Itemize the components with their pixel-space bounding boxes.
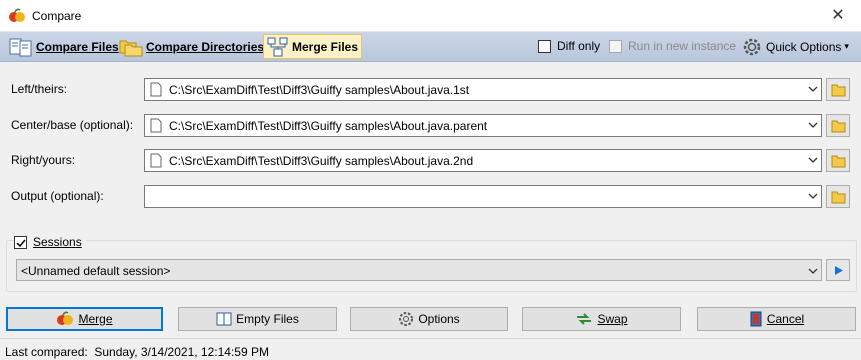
center-path-combo[interactable]: C:\Src\ExamDiff\Test\Diff3\Guiffy sample… xyxy=(144,114,822,137)
output-label: Output (optional): xyxy=(11,189,104,203)
checkbox-box[interactable] xyxy=(609,39,622,53)
swap-button[interactable]: Swap xyxy=(522,307,681,331)
empty-files-label: Empty Files xyxy=(236,312,299,326)
options-label: Options xyxy=(418,312,460,326)
tab-compare-directories[interactable]: Compare Directories xyxy=(116,34,267,59)
output-browse-button[interactable] xyxy=(826,185,850,208)
center-label: Center/base (optional): xyxy=(11,118,134,132)
tab-compare-files[interactable]: Compare Files xyxy=(6,34,122,59)
quick-options-label: Quick Options xyxy=(766,39,842,54)
chevron-down-icon[interactable] xyxy=(808,266,818,276)
empty-files-icon xyxy=(216,312,232,326)
chevron-down-icon[interactable] xyxy=(808,191,818,201)
close-icon[interactable]: ✕ xyxy=(826,6,850,26)
session-select[interactable]: <Unnamed default session> xyxy=(16,259,822,281)
chevron-down-icon[interactable] xyxy=(808,84,818,94)
left-label: Left/theirs: xyxy=(11,82,68,96)
tab-label: Merge Files xyxy=(292,39,359,54)
tab-label: Compare Directories xyxy=(146,39,265,54)
right-path-value: C:\Src\ExamDiff\Test\Diff3\Guiffy sample… xyxy=(169,154,474,168)
merge-label: Merge xyxy=(78,312,113,326)
checkbox-box[interactable] xyxy=(14,235,27,249)
checkmark-icon xyxy=(16,239,26,247)
tab-label: Compare Files xyxy=(36,39,119,54)
diff-only-checkbox[interactable]: Diff only xyxy=(538,39,600,53)
status-bar: Last compared: Sunday, 3/14/2021, 12:14:… xyxy=(0,338,861,360)
sessions-checkbox[interactable]: Sessions xyxy=(14,235,86,249)
title-bar: Compare ✕ xyxy=(0,0,861,32)
folders-icon xyxy=(119,40,143,56)
app-icon xyxy=(9,8,25,22)
left-path-value: C:\Src\ExamDiff\Test\Diff3\Guiffy sample… xyxy=(169,83,470,97)
load-session-button[interactable] xyxy=(826,259,850,281)
session-value: <Unnamed default session> xyxy=(21,264,171,278)
window-title: Compare xyxy=(32,9,82,23)
play-icon xyxy=(835,266,843,275)
chevron-down-icon: ▾ xyxy=(844,41,849,51)
right-path-combo[interactable]: C:\Src\ExamDiff\Test\Diff3\Guiffy sample… xyxy=(144,149,822,172)
cancel-button[interactable]: Cancel xyxy=(697,307,856,331)
options-button[interactable]: Options xyxy=(350,307,508,331)
tab-merge-files[interactable]: Merge Files xyxy=(263,34,363,59)
run-new-instance-label: Run in new instance xyxy=(628,39,737,53)
center-path-value: C:\Src\ExamDiff\Test\Diff3\Guiffy sample… xyxy=(169,119,488,133)
output-path-combo[interactable] xyxy=(144,185,822,208)
quick-options-button[interactable]: Quick Options ▾ xyxy=(738,34,852,59)
run-new-instance-checkbox[interactable]: Run in new instance xyxy=(609,39,736,53)
last-compared-text: Last compared: Sunday, 3/14/2021, 12:14:… xyxy=(5,345,269,359)
exit-door-icon xyxy=(750,311,762,327)
sessions-label: Sessions xyxy=(33,235,82,249)
gear-icon xyxy=(743,38,761,55)
chevron-down-icon[interactable] xyxy=(808,120,818,130)
folder-open-icon xyxy=(831,191,846,204)
empty-files-button[interactable]: Empty Files xyxy=(178,307,337,331)
folder-open-icon xyxy=(831,120,846,133)
merge-files-icon xyxy=(267,37,288,56)
folder-open-icon xyxy=(831,155,846,168)
merge-app-icon xyxy=(57,311,74,325)
checkbox-box[interactable] xyxy=(538,39,551,53)
swap-icon xyxy=(577,313,592,325)
swap-label: Swap xyxy=(597,312,628,326)
file-icon xyxy=(150,118,162,133)
chevron-down-icon[interactable] xyxy=(808,155,818,165)
toolbar: Compare Files Compare Directories Merge … xyxy=(0,32,861,62)
right-browse-button[interactable] xyxy=(826,149,850,172)
cancel-label: Cancel xyxy=(766,312,805,326)
merge-button[interactable]: Merge xyxy=(6,307,163,331)
left-browse-button[interactable] xyxy=(826,78,850,101)
file-icon xyxy=(150,82,162,97)
right-label: Right/yours: xyxy=(11,153,76,167)
left-path-combo[interactable]: C:\Src\ExamDiff\Test\Diff3\Guiffy sample… xyxy=(144,78,822,101)
file-icon xyxy=(150,153,162,168)
gear-icon xyxy=(399,312,414,326)
folder-open-icon xyxy=(831,84,846,97)
compare-files-icon xyxy=(9,38,32,56)
diff-only-label: Diff only xyxy=(557,39,601,53)
center-browse-button[interactable] xyxy=(826,114,850,137)
